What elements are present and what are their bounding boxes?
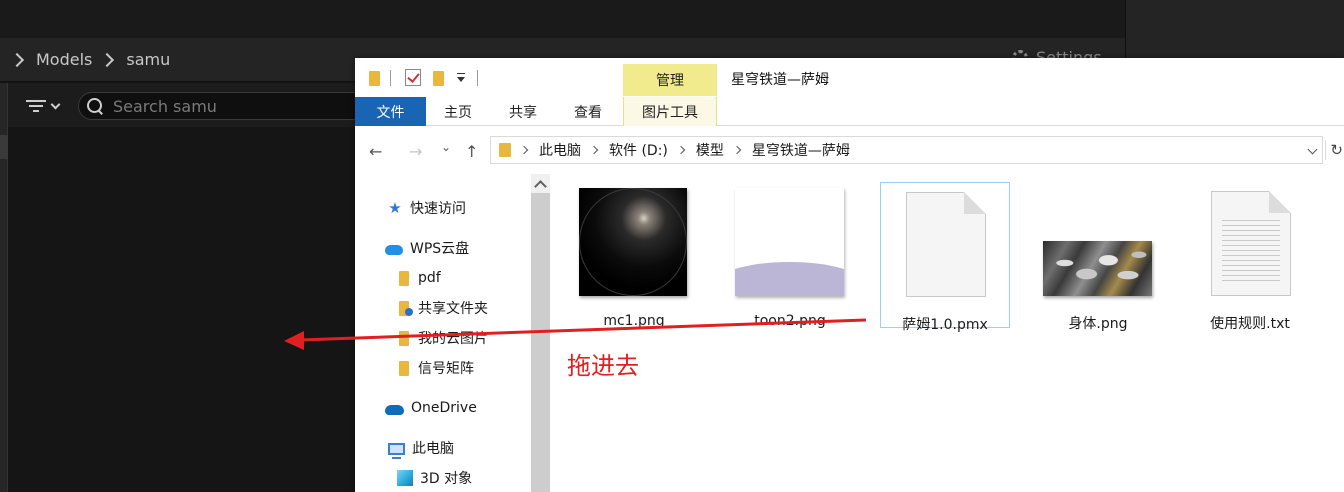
folder-icon (399, 330, 409, 346)
nav-item-this-pc[interactable]: 此电脑 (388, 437, 454, 459)
search-input[interactable] (113, 96, 353, 116)
nav-item-label: WPS云盘 (410, 241, 470, 257)
address-dropdown-icon[interactable] (1307, 144, 1318, 155)
address-row: ← → ⌄ ↑ 此电脑 软件 (D:) 模型 星穹铁道—萨姆 ↻ (355, 132, 1344, 168)
file-view: mc1.png toon2.png 萨姆1.0.pmx 身体.png 使用规则.… (550, 174, 1344, 492)
file-name: toon2.png (754, 313, 826, 329)
page-fold (1269, 191, 1291, 213)
address-segment[interactable]: 软件 (D:) (609, 140, 668, 160)
nav-item-signal-matrix[interactable]: 信号矩阵 (395, 357, 474, 379)
tab-file[interactable]: 文件 (355, 97, 426, 126)
tab-home[interactable]: 主页 (431, 97, 485, 126)
divider (477, 70, 478, 86)
address-segment[interactable]: 此电脑 (539, 140, 581, 160)
address-bar[interactable]: 此电脑 软件 (D:) 模型 星穹铁道—萨姆 (490, 136, 1323, 164)
filter-button[interactable] (26, 95, 68, 117)
chevron-right-icon (589, 145, 599, 155)
folder-icon (399, 360, 409, 376)
image-thumbnail (735, 188, 844, 296)
page-fold (964, 192, 986, 214)
back-arrow-icon[interactable]: ← (369, 142, 382, 161)
file-item[interactable]: 身体.png (1038, 182, 1158, 332)
scroll-up-button[interactable] (531, 174, 550, 194)
tab-manage[interactable]: 管理 (623, 64, 717, 96)
text-lines (1222, 220, 1280, 282)
nav-item-quick-access[interactable]: ★ 快速访问 (387, 197, 466, 219)
quick-access-toolbar: 管理 星穹铁道—萨姆 (355, 58, 1344, 97)
recent-locations-chevron-icon[interactable]: ⌄ (441, 140, 451, 154)
window-title: 星穹铁道—萨姆 (731, 72, 829, 88)
navigation-pane: ★ 快速访问 WPS云盘 pdf 共享文件夹 我的云图片 信号矩阵 OneDri… (355, 174, 533, 492)
pc-icon (388, 442, 405, 459)
up-arrow-icon[interactable]: ↑ (465, 142, 478, 161)
screen: Models samu Settings 管理 星穹铁道—萨姆 文件 主页 (0, 0, 1344, 492)
nav-item-pdf[interactable]: pdf (395, 267, 441, 289)
file-item[interactable]: mc1.png (578, 182, 690, 329)
chevron-right-icon (100, 52, 115, 67)
tab-share[interactable]: 共享 (496, 97, 550, 126)
nav-scrollbar[interactable] (531, 174, 550, 492)
document-icon (906, 192, 986, 297)
tab-picture-tools[interactable]: 图片工具 (623, 97, 717, 126)
onedrive-icon (385, 405, 404, 415)
refresh-icon[interactable]: ↻ (1325, 140, 1343, 160)
address-segment[interactable]: 星穹铁道—萨姆 (752, 140, 850, 160)
image-thumbnail (1043, 241, 1152, 296)
file-name: 萨姆1.0.pmx (902, 317, 988, 333)
file-name: 身体.png (1068, 316, 1128, 332)
nav-item-label: 我的云图片 (418, 331, 488, 347)
address-segment[interactable]: 模型 (696, 140, 724, 160)
nav-item-label: pdf (418, 270, 441, 286)
nav-item-label: 共享文件夹 (418, 301, 488, 317)
properties-icon[interactable] (405, 69, 421, 86)
nav-item-label: 此电脑 (412, 441, 454, 457)
file-item[interactable]: 使用规则.txt (1190, 182, 1310, 332)
chevron-right-icon (519, 145, 529, 155)
nav-item-label: 信号矩阵 (418, 361, 474, 377)
file-name: 使用规则.txt (1210, 316, 1290, 332)
drag-instruction-label: 拖进去 (567, 352, 639, 380)
folder-icon (369, 71, 380, 86)
tab-view[interactable]: 查看 (561, 97, 615, 126)
filter-icon (26, 99, 46, 113)
app-top-bar (0, 0, 1125, 38)
customize-dropdown-icon[interactable] (457, 73, 465, 82)
file-name: mc1.png (603, 313, 665, 329)
nav-item-label: 3D 对象 (420, 471, 473, 487)
chevron-right-icon (676, 145, 686, 155)
shared-folder-icon (399, 300, 413, 316)
nav-item-label: 快速访问 (410, 201, 466, 217)
ribbon-tabs: 文件 主页 共享 查看 图片工具 (355, 97, 1344, 126)
file-item-selected[interactable]: 萨姆1.0.pmx (880, 182, 1010, 333)
cloud-icon (385, 245, 403, 255)
forward-arrow-icon[interactable]: → (409, 142, 422, 161)
new-folder-icon[interactable] (433, 71, 444, 86)
side-strip-marker (0, 135, 8, 159)
nav-item-label: OneDrive (411, 400, 477, 416)
image-thumbnail (579, 188, 687, 296)
divider (390, 70, 391, 86)
breadcrumb-item-samu[interactable]: samu (126, 50, 170, 69)
star-icon: ★ (388, 199, 402, 217)
explorer-window: 管理 星穹铁道—萨姆 文件 主页 共享 查看 图片工具 ← → ⌄ ↑ 此电脑 … (355, 58, 1344, 492)
nav-item-shared-folder[interactable]: 共享文件夹 (395, 297, 488, 319)
nav-item-wps-cloud[interactable]: WPS云盘 (385, 237, 469, 259)
chevron-down-icon (50, 99, 61, 109)
side-strip (0, 83, 8, 492)
search-icon (87, 98, 103, 114)
3d-objects-icon (397, 470, 413, 486)
folder-icon (499, 143, 511, 157)
folder-icon (399, 270, 409, 286)
search-box (78, 92, 368, 120)
text-file-icon (1211, 191, 1291, 296)
chevron-right-icon (9, 52, 25, 67)
file-item[interactable]: toon2.png (730, 182, 850, 329)
nav-item-onedrive[interactable]: OneDrive (385, 397, 477, 419)
nav-item-3d-objects[interactable]: 3D 对象 (397, 467, 472, 489)
nav-item-my-cloud-pictures[interactable]: 我的云图片 (395, 327, 488, 349)
chevron-right-icon (732, 145, 742, 155)
breadcrumb-item-models[interactable]: Models (36, 50, 92, 69)
